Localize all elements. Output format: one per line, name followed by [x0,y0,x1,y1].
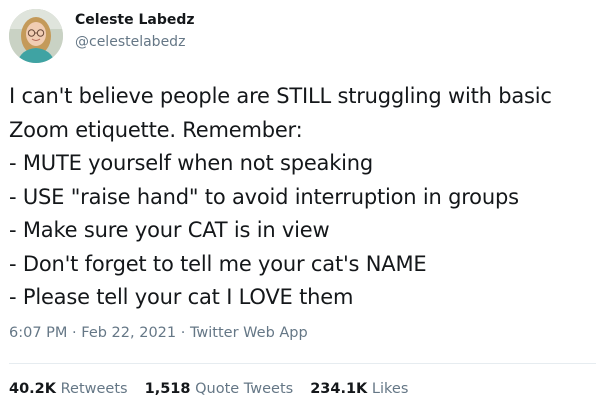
tweet-text-line: Zoom etiquette. Remember: [9,117,303,142]
meta-separator: · [67,325,82,341]
engagement-stats: 40.2K Retweets 1,518 Quote Tweets 234.1K L… [9,381,425,397]
retweets-count: 40.2K [9,381,57,397]
tweet-text: I can't believe people are STILL struggl… [9,80,594,315]
tweet-card: Celeste Labedz @celestelabedz I can't be… [0,0,596,407]
tweet-time[interactable]: 6:07 PM [9,325,67,341]
meta-separator: · [176,325,190,341]
quote-tweets-label: Quote Tweets [195,381,294,397]
avatar[interactable] [9,9,63,63]
author-handle[interactable]: @celestelabedz [75,34,185,50]
tweet-meta: 6:07 PM · Feb 22, 2021 · Twitter Web App [9,325,308,341]
tweet-text-line: - USE "raise hand" to avoid interruption… [9,184,519,209]
tweet-text-line: - Don't forget to tell me your cat's NAM… [9,251,427,276]
retweets-stat[interactable]: 40.2K Retweets [9,381,128,397]
tweet-text-line: I can't believe people are STILL struggl… [9,84,552,108]
tweet-source[interactable]: Twitter Web App [190,325,308,341]
likes-label: Likes [371,381,409,397]
avatar-image [9,9,63,63]
quote-tweets-stat[interactable]: 1,518 Quote Tweets [145,381,294,397]
divider [9,363,596,364]
author-display-name[interactable]: Celeste Labedz [75,12,195,28]
retweets-label: Retweets [60,381,128,397]
likes-stat[interactable]: 234.1K Likes [310,381,408,397]
quote-tweets-count: 1,518 [144,381,191,397]
tweet-date[interactable]: Feb 22, 2021 [81,325,176,341]
tweet-text-line: - Make sure your CAT is in view [9,218,330,242]
likes-count: 234.1K [310,381,368,397]
tweet-text-line: - Please tell your cat I LOVE them [9,285,354,309]
tweet-text-line: - MUTE yourself when not speaking [9,151,374,175]
